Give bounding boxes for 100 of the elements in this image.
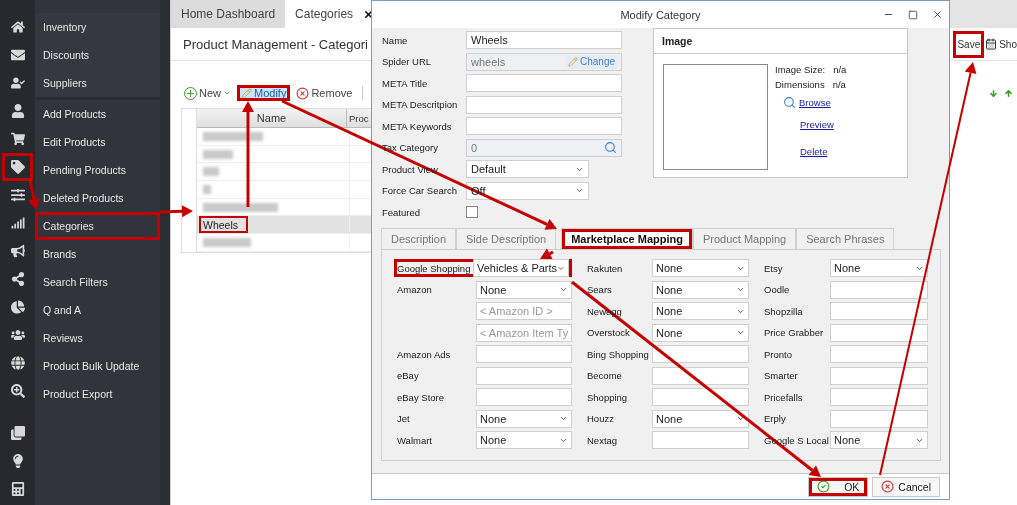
field-label: eBay Store	[397, 391, 444, 403]
tab[interactable]: Marketplace Mapping	[561, 228, 693, 249]
input-field[interactable]: Wheels	[466, 31, 622, 49]
link[interactable]: Preview	[800, 119, 847, 130]
tag-icon[interactable]	[2, 153, 33, 181]
sidebar-item[interactable]: Reviews	[35, 324, 160, 352]
pencil-icon	[567, 56, 578, 67]
input-field[interactable]	[652, 366, 749, 385]
select-field[interactable]: None	[830, 259, 928, 277]
select-field[interactable]: Vehicles & Parts	[473, 259, 569, 277]
search-icon	[783, 96, 796, 109]
field-label: Become	[587, 370, 622, 381]
field-label: Spider URL	[382, 56, 433, 67]
select-field[interactable]: Default	[466, 160, 589, 178]
annotation-arrow	[540, 248, 554, 260]
sidebar-item[interactable]: Add Products	[35, 100, 160, 128]
select-field[interactable]: None	[476, 409, 572, 428]
field-label: Name	[382, 34, 409, 46]
input-field[interactable]	[830, 323, 928, 342]
sidebar-item[interactable]: Inventory	[35, 13, 160, 41]
link[interactable]: Browse	[783, 96, 847, 109]
info-value: n/a	[832, 79, 846, 90]
sidebar-item[interactable]: Brands	[35, 240, 160, 268]
input-field[interactable]	[476, 345, 572, 363]
input-field[interactable]	[466, 74, 622, 92]
field-label: Oodle	[764, 284, 790, 295]
checkbox[interactable]	[466, 206, 478, 218]
input-field[interactable]	[466, 117, 622, 135]
field-label: eBay	[397, 370, 419, 381]
select-field[interactable]: None	[652, 259, 749, 277]
input-field[interactable]	[476, 388, 572, 406]
table-cell[interactable]: Wheels	[199, 216, 248, 234]
check-icon	[817, 480, 831, 493]
sidebar-item[interactable]: Edit Products	[35, 128, 160, 156]
blurred-text	[203, 131, 263, 141]
field-label: META Keywords	[382, 120, 453, 132]
select-field[interactable]: None	[652, 302, 749, 320]
field-label: META Descritpion	[382, 99, 459, 110]
toolbar-button[interactable]: New	[180, 84, 235, 102]
cancel-button[interactable]: Cancel	[872, 476, 940, 497]
close-icon[interactable]	[932, 9, 943, 20]
select-field[interactable]: None	[476, 280, 572, 299]
toolbar-button[interactable]: Modify	[237, 85, 291, 101]
sidebar-item[interactable]: Suppliers	[35, 69, 160, 97]
input-field[interactable]	[652, 345, 749, 363]
search-icon[interactable]	[604, 141, 617, 154]
field-label: Nextag	[587, 434, 618, 446]
input-field[interactable]	[830, 345, 928, 363]
sidebar-item[interactable]: Deleted Products	[35, 184, 160, 212]
blurred-text	[203, 237, 251, 247]
tab[interactable]: Home Dashboard	[171, 0, 286, 28]
input-field[interactable]	[476, 366, 572, 385]
sidebar-item[interactable]: Product Export	[35, 380, 160, 408]
select-field[interactable]: None	[652, 409, 749, 428]
field-label: Bing Shopping	[587, 348, 649, 360]
tab[interactable]: Description	[381, 228, 457, 249]
field-label: Smarter	[764, 370, 798, 381]
select-field[interactable]: None	[476, 431, 572, 449]
field-label: Overstock	[587, 327, 630, 338]
tab[interactable]: Side Description	[456, 228, 557, 249]
tab[interactable]: Search Phrases	[796, 228, 895, 249]
input-field[interactable]	[652, 388, 749, 406]
input-field[interactable]	[830, 302, 928, 320]
caret-icon	[736, 414, 745, 423]
sidebar-item[interactable]: Product Bulk Update	[35, 352, 160, 380]
input-field[interactable]	[830, 280, 928, 299]
calendar-icon	[985, 38, 998, 50]
sidebar-item[interactable]: Pending Products	[35, 156, 160, 184]
annotation-arrow	[159, 205, 193, 218]
field-label: Shopzilla	[764, 305, 803, 317]
tab[interactable]: Product Mapping	[693, 228, 797, 249]
field-label: Etsy	[764, 262, 783, 274]
toolbar-button[interactable]: Sho	[985, 36, 1017, 52]
sidebar-item[interactable]: Q and A	[35, 296, 160, 324]
page-title: Product Management - Categori	[183, 36, 368, 52]
save-button[interactable]: Save	[953, 30, 985, 58]
field-label: Featured	[382, 206, 422, 218]
input-field[interactable]	[466, 95, 622, 114]
ok-button[interactable]: OK	[808, 476, 869, 497]
maximize-icon[interactable]	[908, 9, 918, 20]
toolbar-button[interactable]: Remove	[292, 84, 357, 102]
input-field[interactable]	[830, 388, 928, 406]
sidebar-item[interactable]: Search Filters	[35, 268, 160, 296]
input-field[interactable]	[830, 409, 928, 428]
search-field[interactable]: 0	[466, 138, 622, 157]
info-value: n/a	[833, 64, 847, 75]
arrow-down-icon[interactable]	[989, 88, 998, 98]
select-field[interactable]: None	[652, 280, 749, 299]
field-label: Pronto	[764, 348, 792, 360]
sidebar-item[interactable]: Categories	[35, 212, 160, 240]
input-field[interactable]	[830, 366, 928, 385]
field-label: Rakuten	[587, 262, 623, 274]
select-field[interactable]: None	[830, 431, 928, 449]
input-field[interactable]	[652, 431, 749, 449]
change-button[interactable]: Change	[565, 54, 617, 69]
link[interactable]: Delete	[800, 146, 847, 157]
sidebar-item[interactable]: Discounts	[35, 41, 160, 69]
caret-icon	[736, 328, 745, 337]
select-field[interactable]: None	[652, 323, 749, 342]
arrow-up-icon[interactable]	[1004, 88, 1013, 98]
